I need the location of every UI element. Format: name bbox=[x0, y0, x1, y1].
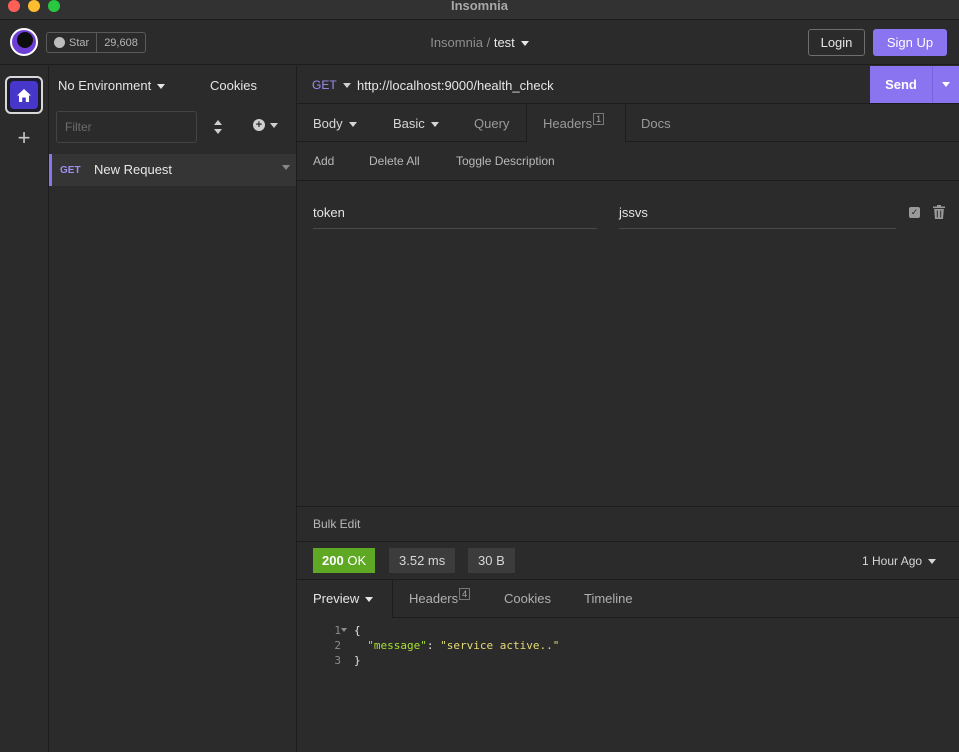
chevron-down-icon bbox=[157, 84, 166, 90]
header-name-field[interactable]: token bbox=[313, 203, 597, 229]
header-actions: Add Delete All Toggle Description bbox=[297, 142, 959, 181]
status-text: OK bbox=[347, 553, 367, 568]
request-item[interactable]: GET New Request bbox=[49, 154, 296, 186]
window-title: Insomnia bbox=[450, 0, 509, 13]
signup-button[interactable]: Sign Up bbox=[873, 29, 947, 56]
environment-selector[interactable]: No Environment bbox=[58, 78, 166, 93]
response-history-selector[interactable]: 1 Hour Ago bbox=[862, 554, 937, 568]
chevron-down-icon bbox=[348, 122, 357, 128]
request-method: GET bbox=[60, 165, 81, 176]
trash-icon[interactable] bbox=[933, 205, 945, 219]
headers-editor: token jssvs ✓ bbox=[297, 181, 959, 506]
response-time-badge: 3.52 ms bbox=[389, 548, 456, 573]
title-bar: Insomnia bbox=[0, 0, 959, 20]
json-value: "service active.." bbox=[440, 639, 560, 652]
chevron-down-icon[interactable] bbox=[282, 165, 290, 170]
chevron-down-icon bbox=[270, 122, 278, 128]
line-number: 3 bbox=[334, 654, 341, 667]
login-button[interactable]: Login bbox=[808, 29, 865, 56]
create-menu-button[interactable]: + bbox=[253, 119, 278, 131]
tab-headers-label: Headers bbox=[543, 116, 593, 131]
json-key: "message" bbox=[367, 639, 427, 652]
chevron-down-icon bbox=[520, 41, 529, 47]
tab-query[interactable]: Query bbox=[474, 116, 509, 131]
breadcrumb-root[interactable]: Insomnia bbox=[430, 35, 483, 50]
tab-timeline[interactable]: Timeline bbox=[584, 591, 633, 606]
chevron-down-icon bbox=[342, 83, 351, 89]
request-name: New Request bbox=[94, 162, 173, 177]
plus-circle-icon: + bbox=[253, 119, 265, 131]
add-workspace-button[interactable]: + bbox=[12, 126, 36, 150]
send-options-button[interactable] bbox=[932, 66, 959, 103]
response-tabs: Preview Headers 4 Cookies Timeline bbox=[297, 580, 959, 619]
tab-docs[interactable]: Docs bbox=[641, 116, 671, 131]
breadcrumb-separator: / bbox=[486, 35, 491, 50]
response-body[interactable]: 1 2 3 { "message": "service active.." } bbox=[297, 618, 959, 752]
line-number: 1 bbox=[334, 624, 341, 637]
code-line: } bbox=[354, 654, 361, 667]
response-headers-count-badge: 4 bbox=[459, 588, 471, 600]
header-enabled-checkbox[interactable]: ✓ bbox=[909, 207, 920, 218]
bulk-edit-bar: Bulk Edit bbox=[297, 506, 959, 542]
tab-response-headers[interactable]: Headers 4 bbox=[409, 588, 471, 606]
headers-count-badge: 1 bbox=[593, 113, 605, 125]
status-badge: 200 OK bbox=[313, 548, 376, 573]
project-selector[interactable]: test bbox=[494, 35, 529, 50]
response-status-bar: 200 OK 3.52 ms 30 B 1 Hour Ago bbox=[297, 542, 959, 580]
toggle-description-button[interactable]: Toggle Description bbox=[456, 154, 555, 168]
tab-headers[interactable]: Headers 1 bbox=[526, 104, 626, 143]
code-line: { bbox=[354, 624, 361, 637]
line-number: 2 bbox=[334, 639, 341, 652]
add-header-button[interactable]: Add bbox=[313, 154, 334, 168]
url-input[interactable] bbox=[357, 76, 857, 94]
cookies-button[interactable]: Cookies bbox=[210, 78, 257, 93]
home-icon bbox=[17, 88, 31, 102]
tab-preview[interactable]: Preview bbox=[297, 580, 393, 619]
send-button[interactable]: Send bbox=[870, 66, 932, 103]
sidebar: No Environment Cookies + GET New Request bbox=[49, 66, 297, 752]
chevron-down-icon bbox=[928, 559, 937, 565]
left-rail: + bbox=[0, 66, 49, 752]
app-header: Star 29,608 Insomnia / test Login Sign U… bbox=[0, 21, 959, 65]
fold-icon[interactable] bbox=[341, 628, 347, 632]
code-line: "message": "service active.." bbox=[354, 639, 559, 652]
response-size-badge: 30 B bbox=[468, 548, 515, 573]
tab-auth[interactable]: Basic bbox=[393, 116, 439, 131]
status-code: 200 bbox=[322, 553, 344, 568]
sort-icon[interactable] bbox=[213, 120, 223, 134]
header-value-field[interactable]: jssvs bbox=[619, 203, 896, 229]
filter-input[interactable] bbox=[56, 111, 197, 143]
send-button-group: Send bbox=[870, 66, 959, 103]
bulk-edit-button[interactable]: Bulk Edit bbox=[313, 517, 360, 531]
delete-all-button[interactable]: Delete All bbox=[369, 154, 420, 168]
tab-body[interactable]: Body bbox=[313, 116, 357, 131]
request-tabs: Body Basic Query Headers 1 Docs bbox=[297, 104, 959, 143]
url-bar: GET Send bbox=[297, 66, 959, 104]
chevron-down-icon bbox=[430, 122, 439, 128]
home-button[interactable] bbox=[5, 76, 43, 114]
chevron-down-icon bbox=[365, 597, 374, 603]
chevron-down-icon bbox=[942, 82, 950, 87]
tab-response-cookies[interactable]: Cookies bbox=[504, 591, 551, 606]
json-separator: : bbox=[426, 639, 441, 652]
method-selector[interactable]: GET bbox=[312, 78, 351, 92]
